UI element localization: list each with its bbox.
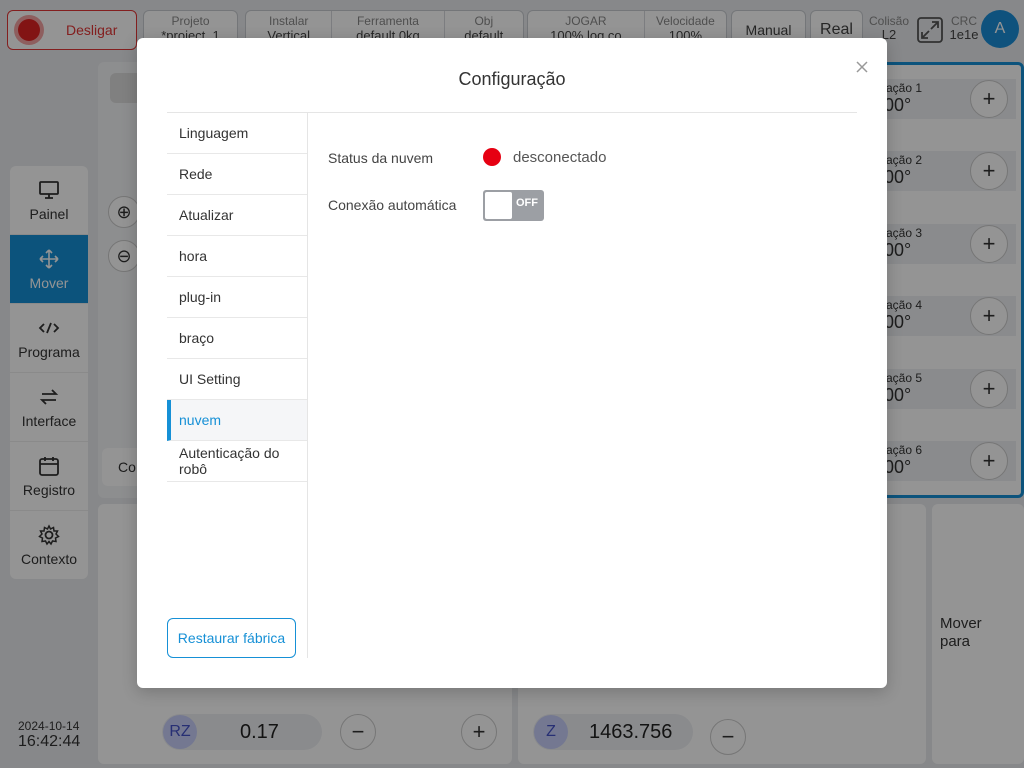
toggle-state-text: OFF [516,197,538,209]
settings-item-rede[interactable]: Rede [167,154,307,195]
settings-item-nuvem[interactable]: nuvem [167,400,307,441]
settings-dialog: Configuração Linguagem Rede Atualizar ho… [137,38,887,688]
cloud-status-label: Status da nuvem [328,150,434,166]
settings-item-plug-in[interactable]: plug-in [167,277,307,318]
settings-item-hora[interactable]: hora [167,236,307,277]
cloud-status-value: desconectado [513,149,607,166]
settings-item-atualizar[interactable]: Atualizar [167,195,307,236]
settings-item-linguagem[interactable]: Linguagem [167,113,307,154]
auto-connect-label: Conexão automática [328,197,457,213]
settings-item-braco[interactable]: braço [167,318,307,359]
settings-item-ui-setting[interactable]: UI Setting [167,359,307,400]
settings-nav: Linguagem Rede Atualizar hora plug-in br… [167,113,307,482]
nav-divider [307,113,308,658]
status-indicator-icon [483,148,501,166]
auto-connect-toggle[interactable]: OFF [483,190,544,221]
restore-factory-button[interactable]: Restaurar fábrica [167,618,296,658]
toggle-knob [485,192,512,219]
dialog-title: Configuração [458,69,566,89]
close-icon[interactable] [853,58,871,76]
settings-item-autenticacao[interactable]: Autenticação do robô [167,441,307,482]
